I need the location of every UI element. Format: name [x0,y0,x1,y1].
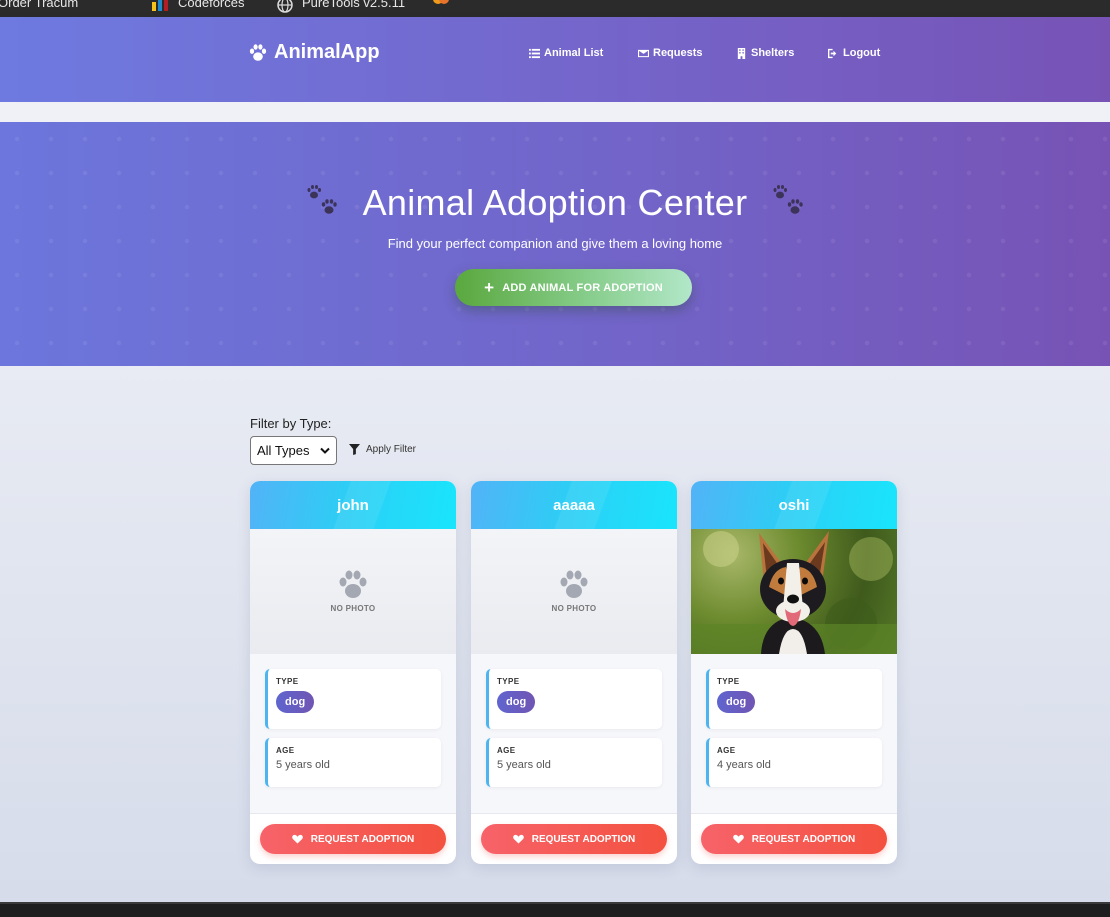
filter-selected-value: All Types [257,443,310,458]
bookmark-puretools[interactable]: PureTools v2.5.11 [276,0,406,13]
request-adoption-label: REQUEST ADOPTION [310,833,415,845]
paw-prints-icon [305,184,339,223]
codeforces-icon [152,0,170,11]
nav-requests[interactable]: Requests [638,47,703,59]
nav-link-label: Animal List [544,47,604,59]
plus-icon: + [484,278,495,297]
no-photo-label: NO PHOTO [330,604,376,613]
animal-details: TYPE dog AGE 5 years old [250,654,456,814]
animal-photo-placeholder: NO PHOTO [250,529,456,654]
age-label: AGE [276,746,295,755]
hero-banner: Animal Adoption Center Find your perfect… [0,122,1110,366]
hero-title-row: Animal Adoption Center [0,182,1110,224]
navbar-spacer [0,102,1110,122]
age-value: 5 years old [276,759,330,771]
age-value: 5 years old [497,759,551,771]
dog-photo-image [691,531,897,654]
navbar: AnimalApp Animal List Requests Shelters … [0,17,1110,102]
extension-icon [432,0,450,10]
type-label: TYPE [276,677,299,686]
bookmark-label: Codeforces [178,0,245,10]
chevron-down-icon [320,447,330,454]
envelope-icon [638,49,649,57]
type-badge: dog [717,691,756,713]
bookmark-extra[interactable] [432,0,450,9]
bookmark-codeforces[interactable]: Codeforces [152,0,245,11]
request-adoption-label: REQUEST ADOPTION [751,833,856,845]
filter-icon [349,444,360,455]
animal-card-footer: REQUEST ADOPTION [471,814,677,864]
type-info: TYPE dog [265,669,441,729]
nav-shelters[interactable]: Shelters [736,47,794,59]
nav-link-label: Requests [653,47,703,59]
heart-icon [512,834,524,844]
paw-icon [560,570,588,598]
animal-card-footer: REQUEST ADOPTION [691,814,897,864]
animal-photo-placeholder: NO PHOTO [471,529,677,654]
type-badge: dog [497,691,536,713]
bookmark-order[interactable]: Order Tracum [0,0,78,10]
bookmark-label: Order Tracum [0,0,79,10]
age-value: 4 years old [717,759,771,771]
filter-label: Filter by Type: [250,416,332,431]
globe-icon [276,0,294,13]
animal-name: oshi [778,496,810,514]
request-adoption-button[interactable]: REQUEST ADOPTION [260,824,446,854]
animal-card: aaaaa NO PHOTO TYPE dog AGE 5 years old … [471,481,677,864]
animal-card: oshi TYPE dog AGE 4 years old REQUEST AD… [691,481,897,864]
heart-icon [732,834,744,844]
building-icon [737,47,746,59]
age-label: AGE [717,746,736,755]
request-adoption-label: REQUEST ADOPTION [531,833,636,845]
age-info: AGE 5 years old [486,738,662,787]
apply-filter-label: Apply Filter [366,444,417,455]
bookmark-label: PureTools v2.5.11 [302,0,406,10]
page-title: Animal Adoption Center [362,182,748,223]
nav-logout[interactable]: Logout [828,47,880,59]
apply-filter-button[interactable]: Apply Filter [349,444,416,455]
type-info: TYPE dog [706,669,882,729]
animal-card-footer: REQUEST ADOPTION [250,814,456,864]
type-filter-select[interactable]: All Types [250,436,337,465]
animal-details: TYPE dog AGE 4 years old [691,654,897,814]
no-photo-label: NO PHOTO [551,604,597,613]
heart-icon [291,834,303,844]
age-label: AGE [497,746,516,755]
animal-photo [691,529,897,654]
animal-list-section: Filter by Type: All Types Apply Filter j… [0,366,1110,902]
animal-name: aaaaa [553,496,595,514]
age-info: AGE 4 years old [706,738,882,787]
nav-link-label: Shelters [751,47,795,59]
animal-details: TYPE dog AGE 5 years old [471,654,677,814]
nav-animal-list[interactable]: Animal List [529,47,603,59]
paw-prints-icon [771,184,805,223]
nav-link-label: Logout [843,47,881,59]
request-adoption-button[interactable]: REQUEST ADOPTION [481,824,667,854]
add-animal-button[interactable]: + ADD ANIMAL FOR ADOPTION [455,269,692,306]
animal-card: john NO PHOTO TYPE dog AGE 5 years old R… [250,481,456,864]
type-info: TYPE dog [486,669,662,729]
list-icon [529,48,540,58]
brand-logo[interactable]: AnimalApp [248,41,380,64]
logout-icon [828,48,837,58]
type-label: TYPE [497,677,520,686]
paw-icon [249,43,267,61]
paw-icon [339,570,367,598]
animal-card-header: aaaaa [471,481,677,529]
animal-card-header: john [250,481,456,529]
type-label: TYPE [717,677,740,686]
add-animal-label: ADD ANIMAL FOR ADOPTION [502,281,663,294]
brand-name: AnimalApp [274,41,380,63]
type-badge: dog [276,691,315,713]
hero-subtitle: Find your perfect companion and give the… [387,236,723,251]
os-taskbar [0,902,1110,917]
age-info: AGE 5 years old [265,738,441,787]
animal-card-header: oshi [691,481,897,529]
browser-bookmarks-bar: Order Tracum Codeforces PureTools v2.5.1… [0,0,1110,17]
animal-name: john [337,496,369,514]
request-adoption-button[interactable]: REQUEST ADOPTION [701,824,887,854]
